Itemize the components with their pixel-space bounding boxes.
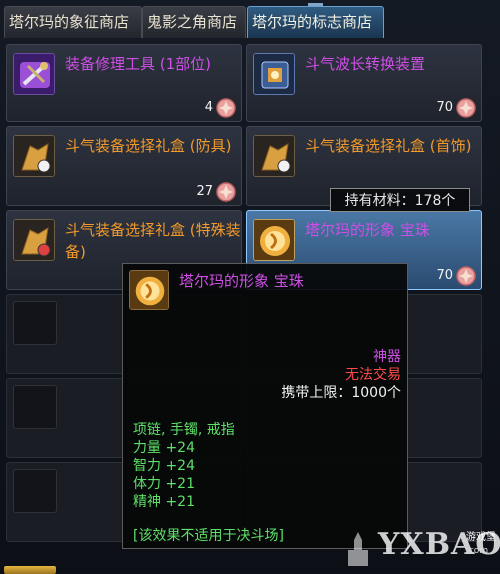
item-name: 斗气装备选择礼盒 (首饰) [305, 137, 472, 155]
gift-box-icon [253, 135, 295, 177]
tooltip-note: [该效果不适用于决斗场] [133, 528, 284, 544]
item-price: 70 [436, 268, 453, 283]
watermark-domain: .com [466, 546, 489, 556]
tab-symbol-shop[interactable]: 塔尔玛的象征商店 [4, 6, 142, 38]
wave-converter-icon [253, 53, 295, 95]
tab-ghost-horn-shop[interactable]: 鬼影之角商店 [142, 6, 246, 38]
item-name: 装备修理工具 (1部位) [65, 55, 212, 73]
repair-tool-icon [13, 53, 55, 95]
empty-slot-frame [13, 301, 57, 345]
tooltip-stat: 精神 +21 [133, 494, 195, 510]
held-material-tooltip: 持有材料：178个 [330, 188, 470, 212]
tooltip-stat: 力量 +24 [133, 440, 195, 456]
item-name: 斗气装备选择礼盒 (特殊装备) [65, 221, 241, 261]
tooltip-title: 塔尔玛的形象 宝珠 [179, 272, 304, 290]
tooltip-trade-status: 无法交易 [345, 367, 401, 383]
item-price: 70 [436, 100, 453, 115]
orb-icon [253, 219, 295, 261]
item-price: 4 [204, 100, 213, 115]
gift-box-icon [13, 135, 55, 177]
active-tab-indicator [308, 3, 323, 6]
tab-emblem-shop-label: 塔尔玛的标志商店 [252, 13, 373, 31]
orb-icon [129, 270, 169, 310]
currency-icon [456, 98, 476, 118]
currency-icon [216, 182, 236, 202]
item-tooltip: 塔尔玛的形象 宝珠 神器 无法交易 携带上限：1000个 项链, 手镯, 戒指 … [122, 263, 408, 549]
item-price: 27 [196, 184, 213, 199]
tooltip-equip-slots: 项链, 手镯, 戒指 [133, 422, 235, 438]
tooltip-stat: 体力 +21 [133, 476, 195, 492]
shop-tab-bar: 塔尔玛的象征商店 鬼影之角商店 塔尔玛的标志商店 [0, 0, 500, 40]
empty-slot-frame [13, 385, 57, 429]
shop-item-armor-box[interactable]: 斗气装备选择礼盒 (防具) 27 [6, 126, 242, 206]
watermark-site-name: 游戏堡 [466, 532, 496, 543]
item-name: 斗气波长转换装置 [305, 55, 426, 73]
shop-window: 塔尔玛的象征商店 鬼影之角商店 塔尔玛的标志商店 装备修理工具 (1部位) 4 [0, 0, 500, 574]
shop-item-repair-tool[interactable]: 装备修理工具 (1部位) 4 [6, 44, 242, 122]
item-name: 塔尔玛的形象 宝珠 [305, 221, 430, 239]
tooltip-rarity: 神器 [373, 349, 401, 365]
tooltip-carry-limit: 携带上限：1000个 [281, 385, 401, 401]
currency-icon [456, 266, 476, 286]
gift-box-icon [13, 219, 55, 261]
tooltip-stat: 智力 +24 [133, 458, 195, 474]
empty-slot-frame [13, 469, 57, 513]
currency-icon [216, 98, 236, 118]
item-name: 斗气装备选择礼盒 (防具) [65, 137, 232, 155]
shop-item-wave-converter[interactable]: 斗气波长转换装置 70 [246, 44, 482, 122]
tab-emblem-shop[interactable]: 塔尔玛的标志商店 [247, 3, 384, 38]
